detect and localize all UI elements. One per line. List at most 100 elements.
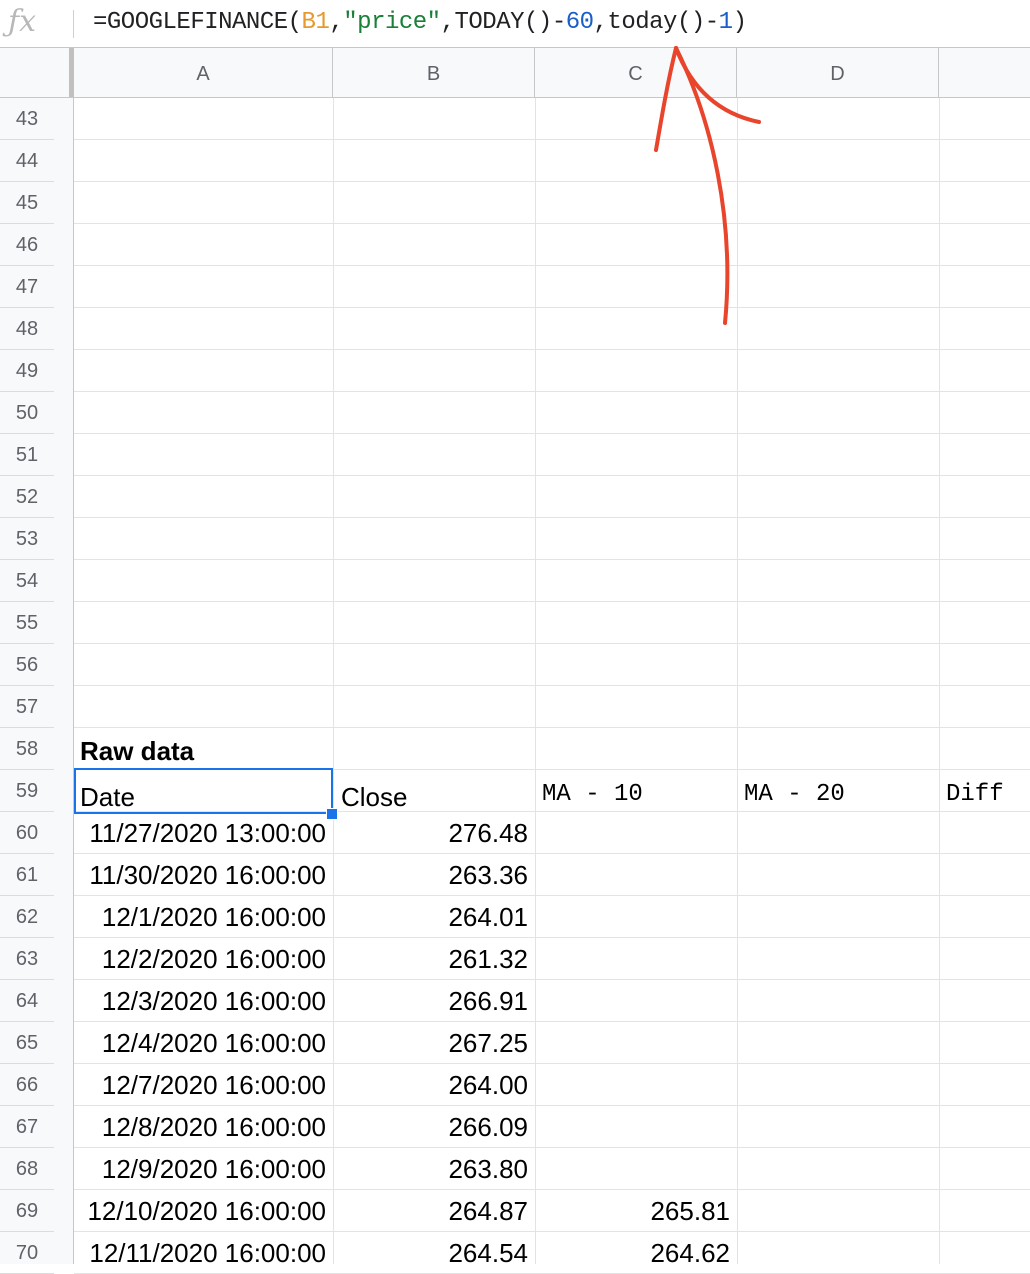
row-header-column: 43 44 45 46 47 48 49 50 51 52 53 54 55 56 57 58 59 60 61 62…	[0, 98, 74, 1274]
row-number-66[interactable]: 66	[0, 1064, 54, 1106]
row-number-50[interactable]: 50	[0, 392, 54, 434]
row-number-56[interactable]: 56	[0, 644, 54, 686]
close-cell[interactable]: 264.01	[336, 896, 528, 938]
row-number-49[interactable]: 49	[0, 350, 54, 392]
formula-token: )	[732, 9, 747, 36]
row-number-59[interactable]: 59	[0, 770, 54, 812]
row-gridline	[74, 475, 1030, 476]
formula-token: 1	[718, 9, 733, 36]
date-cell[interactable]: 12/1/2020 16:00:00	[76, 896, 326, 938]
row-gridline	[74, 307, 1030, 308]
row-gridline	[74, 181, 1030, 182]
date-cell[interactable]: 12/10/2020 16:00:00	[76, 1190, 326, 1232]
close-cell[interactable]: 264.54	[336, 1232, 528, 1274]
row-number-70[interactable]: 70	[0, 1232, 54, 1274]
column-header-row: A B C D	[0, 48, 1030, 98]
ma10-cell[interactable]	[538, 980, 730, 1022]
row-number-44[interactable]: 44	[0, 140, 54, 182]
row-number-55[interactable]: 55	[0, 602, 54, 644]
row-number-61[interactable]: 61	[0, 854, 54, 896]
formula-token: 60	[565, 9, 594, 36]
column-gridline	[737, 98, 738, 1264]
close-cell[interactable]: 263.36	[336, 854, 528, 896]
row-number-51[interactable]: 51	[0, 434, 54, 476]
column-gridline	[939, 98, 940, 1264]
row-number-54[interactable]: 54	[0, 560, 54, 602]
date-cell[interactable]: 12/9/2020 16:00:00	[76, 1148, 326, 1190]
row-number-68[interactable]: 68	[0, 1148, 54, 1190]
close-cell[interactable]: 276.48	[336, 812, 528, 854]
column-header-a[interactable]: A	[74, 48, 333, 97]
row-number-62[interactable]: 62	[0, 896, 54, 938]
close-cell[interactable]: 264.00	[336, 1064, 528, 1106]
date-cell[interactable]: 12/3/2020 16:00:00	[76, 980, 326, 1022]
row-gridline	[74, 223, 1030, 224]
formula-token: =GOOGLEFINANCE(	[93, 9, 302, 36]
date-cell[interactable]: 12/11/2020 16:00:00	[76, 1232, 326, 1274]
row-number-43[interactable]: 43	[0, 98, 54, 140]
row-number-53[interactable]: 53	[0, 518, 54, 560]
header-ma20-cell[interactable]: MA - 20	[744, 774, 934, 816]
row-number-67[interactable]: 67	[0, 1106, 54, 1148]
ma10-cell[interactable]: 264.62	[538, 1232, 730, 1274]
ma10-cell[interactable]	[538, 896, 730, 938]
row-gridline	[74, 433, 1030, 434]
header-ma10-cell[interactable]: MA - 10	[542, 774, 732, 816]
ma10-cell[interactable]	[538, 854, 730, 896]
row-number-48[interactable]: 48	[0, 308, 54, 350]
row-gridline	[74, 727, 1030, 728]
row-number-57[interactable]: 57	[0, 686, 54, 728]
row-number-46[interactable]: 46	[0, 224, 54, 266]
row-gridline	[74, 559, 1030, 560]
row-number-47[interactable]: 47	[0, 266, 54, 308]
date-cell[interactable]: 12/4/2020 16:00:00	[76, 1022, 326, 1064]
formula-token: "price"	[343, 9, 441, 36]
row-gridline	[74, 139, 1030, 140]
close-cell[interactable]: 266.09	[336, 1106, 528, 1148]
row-number-65[interactable]: 65	[0, 1022, 54, 1064]
ma10-cell[interactable]	[538, 1022, 730, 1064]
ma10-cell[interactable]	[538, 1064, 730, 1106]
row-gridline	[74, 349, 1030, 350]
divider	[73, 10, 74, 38]
close-cell[interactable]: 263.80	[336, 1148, 528, 1190]
row-number-64[interactable]: 64	[0, 980, 54, 1022]
close-cell[interactable]: 266.91	[336, 980, 528, 1022]
column-gridline	[535, 98, 536, 1264]
row-gridline	[74, 601, 1030, 602]
row-number-58[interactable]: 58	[0, 728, 54, 770]
date-cell[interactable]: 11/30/2020 16:00:00	[76, 854, 326, 896]
header-diff-cell[interactable]: Diff	[946, 774, 1030, 816]
row-gridline	[74, 685, 1030, 686]
date-cell[interactable]: 12/8/2020 16:00:00	[76, 1106, 326, 1148]
fill-handle[interactable]	[326, 808, 338, 820]
ma10-cell[interactable]	[538, 938, 730, 980]
select-all-corner[interactable]	[0, 48, 74, 97]
formula-bar: ƒx =GOOGLEFINANCE(B1,"price",TODAY()-60,…	[0, 0, 1030, 48]
column-header-b[interactable]: B	[333, 48, 535, 97]
row-gridline	[74, 643, 1030, 644]
row-number-60[interactable]: 60	[0, 812, 54, 854]
formula-input[interactable]: =GOOGLEFINANCE(B1,"price",TODAY()-60,tod…	[93, 8, 747, 38]
row-gridline	[74, 391, 1030, 392]
close-cell[interactable]: 267.25	[336, 1022, 528, 1064]
date-cell[interactable]: 12/7/2020 16:00:00	[76, 1064, 326, 1106]
row-number-69[interactable]: 69	[0, 1190, 54, 1232]
row-number-45[interactable]: 45	[0, 182, 54, 224]
ma10-cell[interactable]: 265.81	[538, 1190, 730, 1232]
close-cell[interactable]: 264.87	[336, 1190, 528, 1232]
formula-token: ,TODAY()-	[440, 9, 567, 36]
date-cell[interactable]: 11/27/2020 13:00:00	[76, 812, 326, 854]
ma10-cell[interactable]	[538, 812, 730, 854]
close-cell[interactable]: 261.32	[336, 938, 528, 980]
section-label-cell[interactable]: Raw data	[80, 730, 330, 772]
row-number-52[interactable]: 52	[0, 476, 54, 518]
row-number-63[interactable]: 63	[0, 938, 54, 980]
date-cell[interactable]: 12/2/2020 16:00:00	[76, 938, 326, 980]
ma10-cell[interactable]	[538, 1106, 730, 1148]
column-header-d[interactable]: D	[737, 48, 939, 97]
column-header-c[interactable]: C	[535, 48, 737, 97]
column-gridline	[333, 98, 334, 1264]
column-header-e[interactable]	[939, 48, 1030, 97]
ma10-cell[interactable]	[538, 1148, 730, 1190]
